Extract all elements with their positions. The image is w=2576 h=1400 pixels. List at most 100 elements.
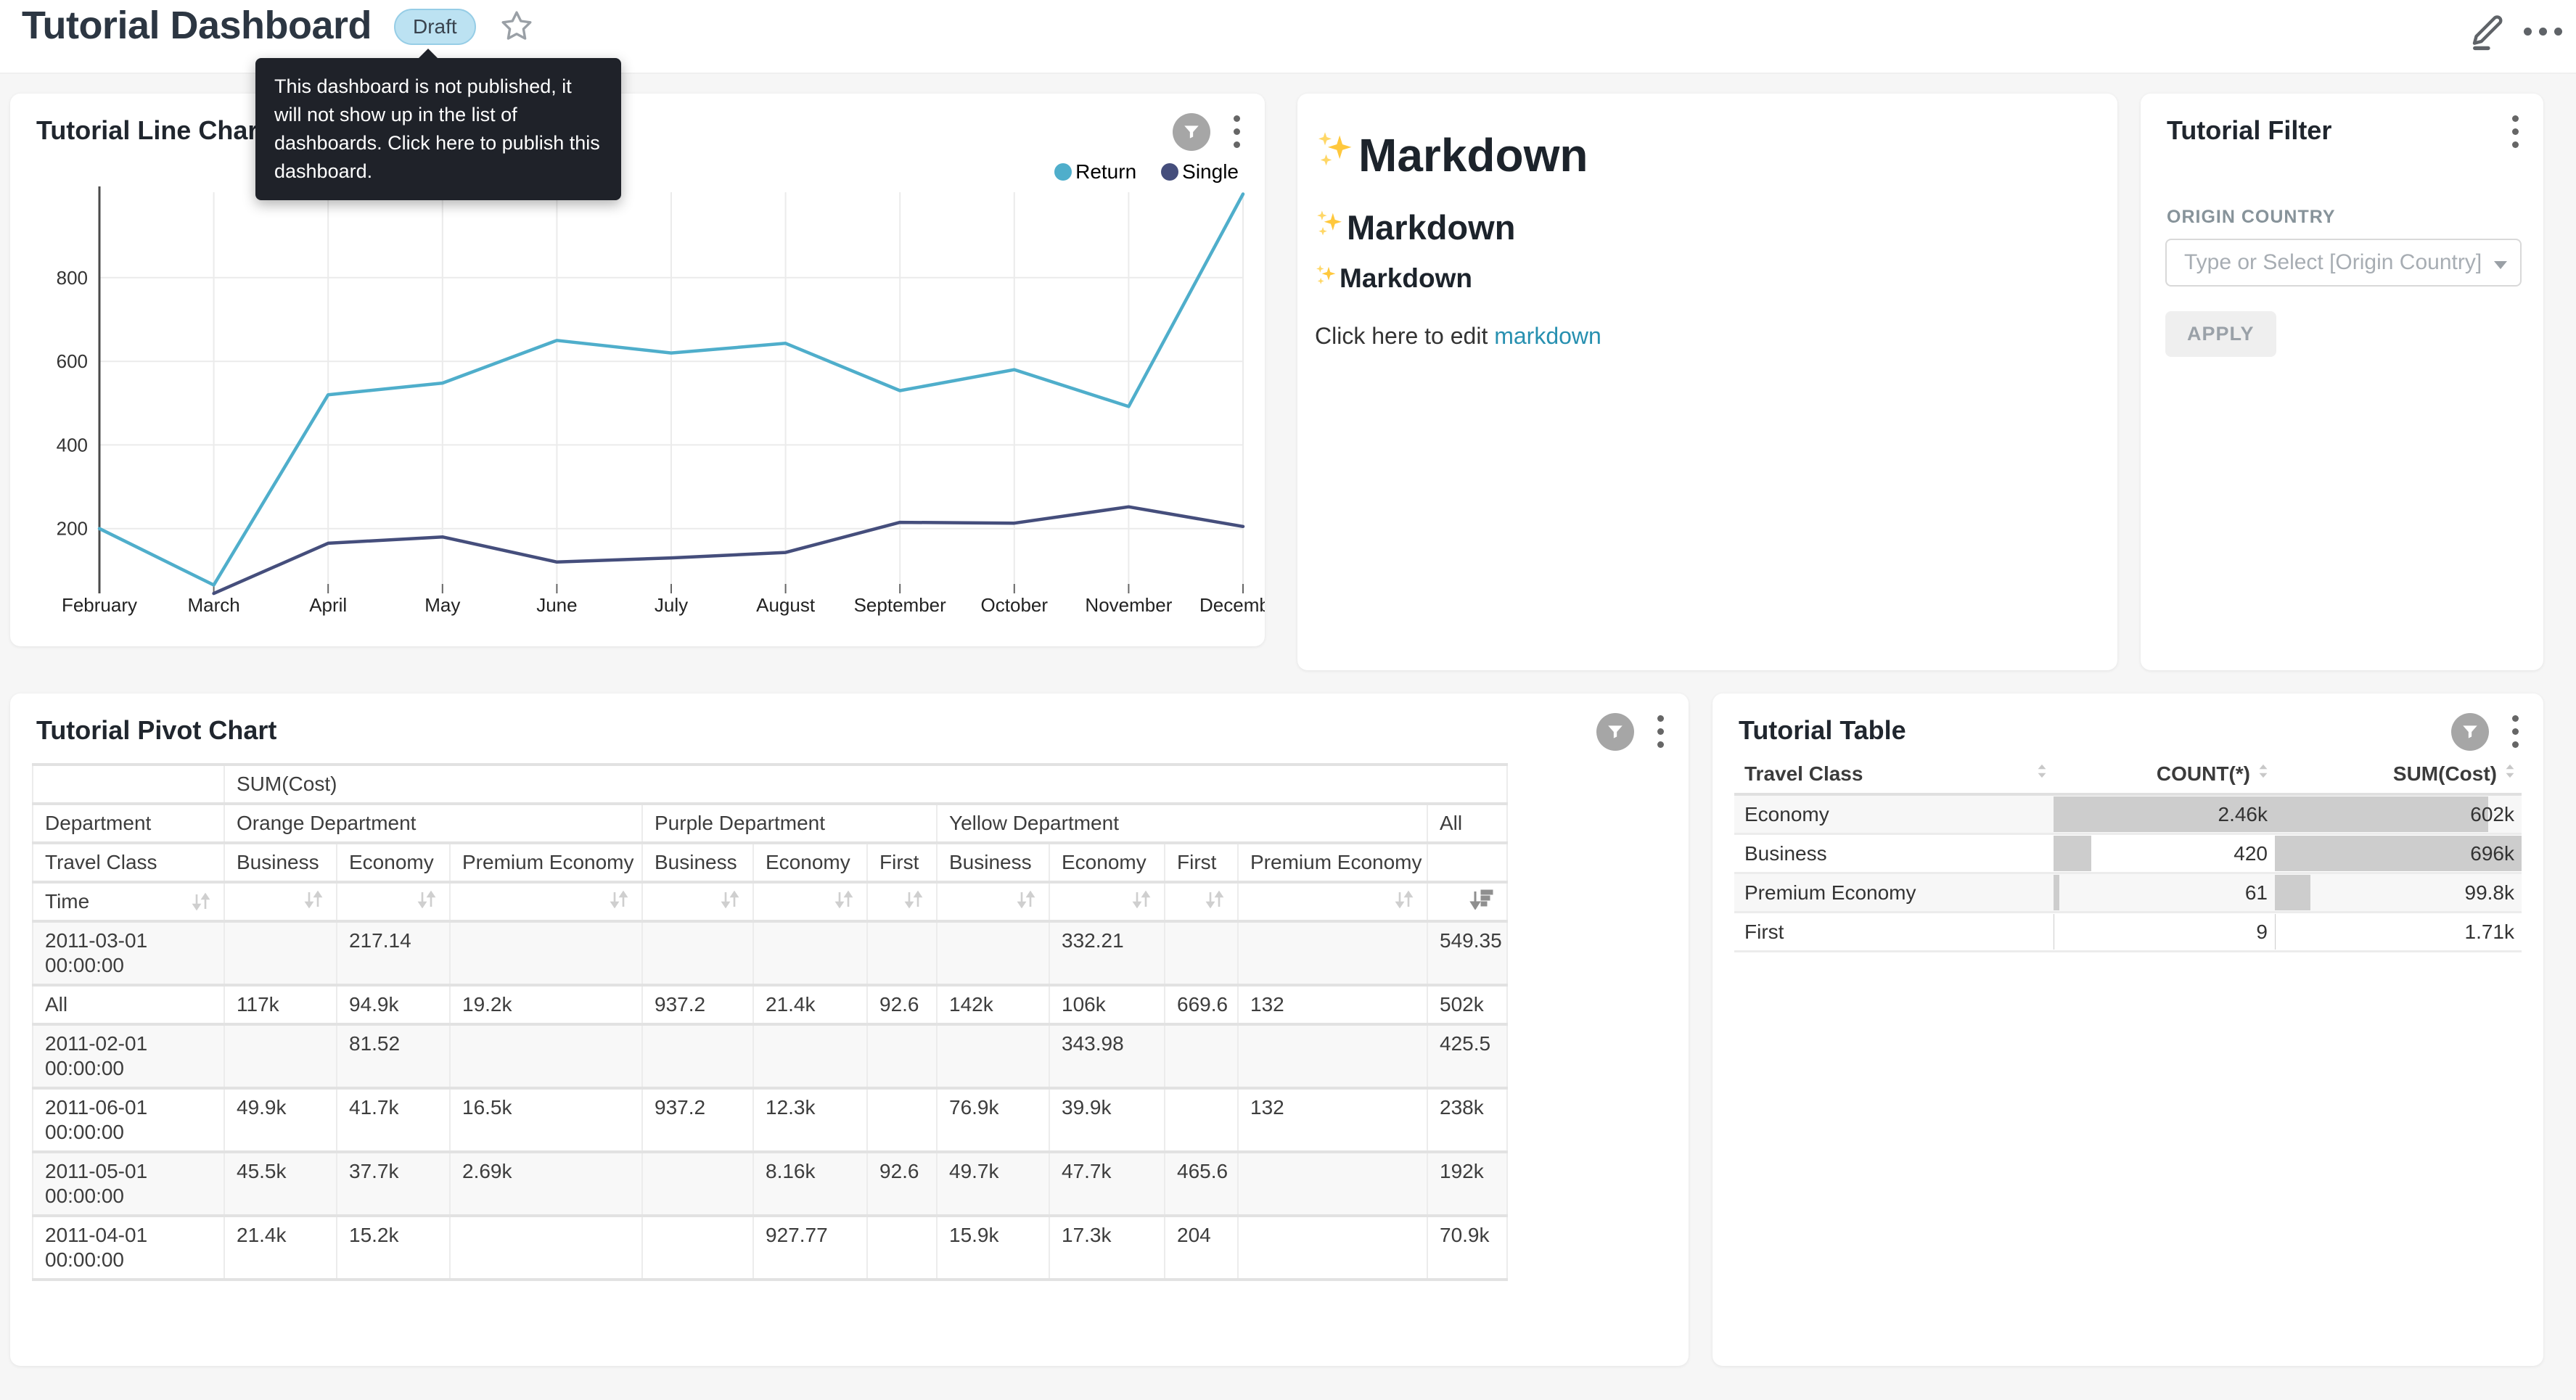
pivot-all-header: All bbox=[1427, 804, 1507, 843]
pivot-row-label: All bbox=[33, 985, 224, 1024]
pivot-value-cell bbox=[450, 921, 642, 985]
pivot-value-cell: 16.5k bbox=[450, 1088, 642, 1152]
pivot-value-cell: 204 bbox=[1165, 1216, 1238, 1280]
pivot-row: Travel Class Business Economy Premium Econo… bbox=[33, 843, 1507, 882]
count-cell: 2.46k bbox=[2054, 794, 2275, 834]
markdown-link[interactable]: markdown bbox=[1494, 323, 1601, 349]
column-header-sum-cost[interactable]: SUM(Cost) bbox=[2275, 754, 2522, 794]
pivot-value-cell bbox=[1165, 921, 1238, 985]
pivot-value-cell: 49.9k bbox=[224, 1088, 337, 1152]
line-chart-card: Tutorial Line Chart ReturnSingle 2004006… bbox=[10, 94, 1265, 646]
table-card: Tutorial Table Travel ClassCOUNT(*)SUM(C… bbox=[1712, 693, 2543, 1366]
pivot-travel-class-label: Travel Class bbox=[33, 843, 224, 882]
cross-filter-icon[interactable] bbox=[1596, 713, 1634, 751]
pivot-row: 2011-05-01 00:00:0045.5k37.7k2.69k8.16k9… bbox=[33, 1152, 1507, 1216]
pivot-value-cell bbox=[867, 1024, 937, 1088]
pivot-value-cell: 669.6 bbox=[1165, 985, 1238, 1024]
sort-icon[interactable] bbox=[903, 889, 924, 910]
pivot-class-header: Premium Economy bbox=[1238, 843, 1427, 882]
pivot-value-cell: 217.14 bbox=[337, 921, 450, 985]
pivot-value-cell bbox=[753, 1024, 867, 1088]
legend-label: Single bbox=[1182, 160, 1239, 184]
sort-icon[interactable] bbox=[190, 892, 212, 912]
pivot-value-cell: 142k bbox=[937, 985, 1049, 1024]
chart-menu-icon[interactable] bbox=[1654, 712, 1667, 751]
filter-menu-icon[interactable] bbox=[2509, 112, 2522, 151]
pivot-value-cell bbox=[224, 921, 337, 985]
origin-country-select[interactable]: Type or Select [Origin Country] bbox=[2165, 239, 2522, 287]
pivot-value-cell: 502k bbox=[1427, 985, 1507, 1024]
pivot-value-cell bbox=[867, 1088, 937, 1152]
sort-icon[interactable] bbox=[1131, 889, 1152, 910]
pivot-dept-header: Yellow Department bbox=[937, 804, 1427, 843]
draft-badge[interactable]: Draft bbox=[394, 9, 476, 45]
sort-icon[interactable] bbox=[303, 889, 324, 910]
pivot-class-header: Premium Economy bbox=[450, 843, 642, 882]
svg-text:August: August bbox=[756, 594, 816, 616]
legend-item-return[interactable]: Return bbox=[1054, 160, 1136, 184]
cell-value: 9 bbox=[2054, 913, 2275, 950]
pivot-row: 2011-03-01 00:00:00217.14332.21549.35 bbox=[33, 921, 1507, 985]
edit-dashboard-icon[interactable] bbox=[2467, 12, 2508, 56]
filter-card-title: Tutorial Filter bbox=[2167, 115, 2331, 146]
column-header-travel-class[interactable]: Travel Class bbox=[1734, 754, 2054, 794]
travel-class-cell: Premium Economy bbox=[1734, 873, 2054, 913]
pivot-table: SUM(Cost)DepartmentOrange DepartmentPurp… bbox=[32, 763, 1508, 1281]
pivot-value-cell: 132 bbox=[1238, 985, 1427, 1024]
sort-icon[interactable] bbox=[1204, 889, 1226, 910]
pivot-cell bbox=[337, 882, 450, 921]
pivot-value-cell: 549.35 bbox=[1427, 921, 1507, 985]
markdown-h3: Markdown bbox=[1313, 262, 1472, 295]
sort-icon[interactable] bbox=[416, 889, 438, 910]
pivot-value-cell: 192k bbox=[1427, 1152, 1507, 1216]
svg-text:October: October bbox=[981, 594, 1049, 616]
pivot-value-cell: 937.2 bbox=[642, 1088, 753, 1152]
pivot-dept-header: Orange Department bbox=[224, 804, 642, 843]
pivot-cell bbox=[867, 882, 937, 921]
legend-item-single[interactable]: Single bbox=[1161, 160, 1239, 184]
svg-text:February: February bbox=[62, 594, 137, 616]
sum-cost-cell: 602k bbox=[2275, 794, 2522, 834]
sort-icon[interactable] bbox=[608, 889, 630, 910]
chart-menu-icon[interactable] bbox=[2509, 712, 2522, 751]
svg-text:April: April bbox=[309, 594, 347, 616]
pivot-value-cell: 94.9k bbox=[337, 985, 450, 1024]
pivot-row-label: 2011-05-01 00:00:00 bbox=[33, 1152, 224, 1216]
sort-icon[interactable] bbox=[833, 889, 855, 910]
pivot-class-header: Business bbox=[937, 843, 1049, 882]
pivot-value-cell: 132 bbox=[1238, 1088, 1427, 1152]
pivot-value-cell: 45.5k bbox=[224, 1152, 337, 1216]
pivot-cell bbox=[1427, 882, 1507, 921]
sort-icon[interactable] bbox=[719, 889, 741, 910]
sort-desc-icon[interactable] bbox=[1469, 889, 1495, 910]
favorite-star-icon[interactable] bbox=[499, 9, 534, 47]
table-row: Economy2.46k602k bbox=[1734, 794, 2522, 834]
pivot-value-cell bbox=[642, 1216, 753, 1280]
pivot-value-cell: 81.52 bbox=[337, 1024, 450, 1088]
cell-value: 696k bbox=[2275, 835, 2522, 872]
markdown-card[interactable]: Markdown Markdown Markdown Click here to… bbox=[1297, 94, 2117, 670]
pivot-value-cell bbox=[450, 1024, 642, 1088]
cross-filter-icon[interactable] bbox=[2451, 713, 2489, 751]
pivot-value-cell: 238k bbox=[1427, 1088, 1507, 1152]
pivot-row: 2011-02-01 00:00:0081.52343.98425.5 bbox=[33, 1024, 1507, 1088]
pivot-cell bbox=[224, 882, 337, 921]
sum-cost-cell: 99.8k bbox=[2275, 873, 2522, 913]
sorter-icon bbox=[2256, 762, 2271, 786]
more-actions-icon[interactable] bbox=[2524, 28, 2562, 36]
pivot-class-header bbox=[1427, 843, 1507, 882]
svg-text:July: July bbox=[655, 594, 688, 616]
sort-icon[interactable] bbox=[1393, 889, 1415, 910]
apply-button[interactable]: APPLY bbox=[2165, 311, 2276, 357]
svg-text:November: November bbox=[1085, 594, 1172, 616]
pivot-value-cell bbox=[642, 1152, 753, 1216]
svg-text:June: June bbox=[536, 594, 577, 616]
pivot-class-header: Economy bbox=[753, 843, 867, 882]
pivot-value-cell: 465.6 bbox=[1165, 1152, 1238, 1216]
pivot-cell bbox=[1238, 882, 1427, 921]
pivot-value-cell bbox=[937, 1024, 1049, 1088]
pivot-row: All117k94.9k19.2k937.221.4k92.6142k106k6… bbox=[33, 985, 1507, 1024]
sort-icon[interactable] bbox=[1015, 889, 1037, 910]
count-cell: 61 bbox=[2054, 873, 2275, 913]
column-header-count[interactable]: COUNT(*) bbox=[2054, 754, 2275, 794]
